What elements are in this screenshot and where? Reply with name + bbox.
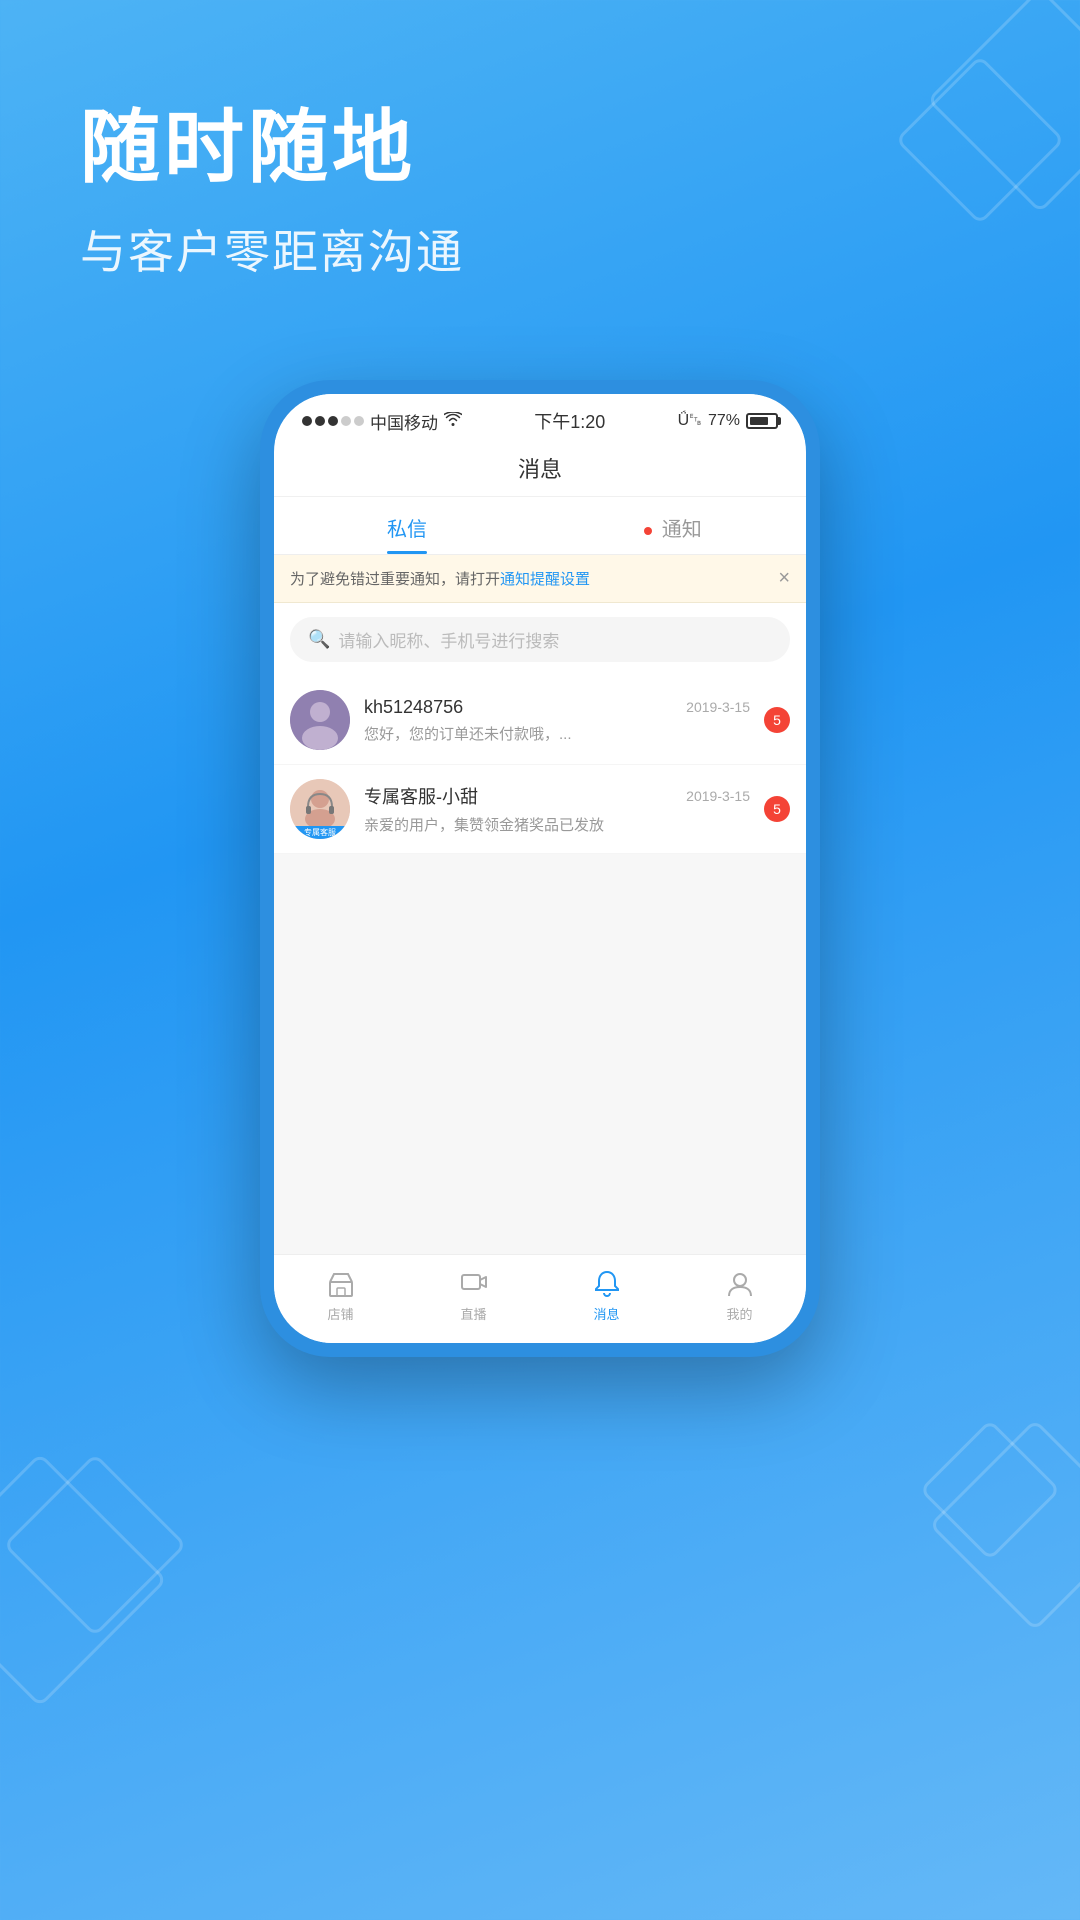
- message-tab-label: 消息: [593, 1304, 619, 1323]
- tab-notification[interactable]: 通知: [540, 497, 806, 554]
- banner-link[interactable]: 通知提醒设置: [500, 571, 590, 588]
- store-tab-label: 店铺: [327, 1304, 353, 1323]
- message-item-1[interactable]: kh51248756 2019-3-15 您好，您的订单还未付款哦，... 5: [274, 676, 806, 765]
- message-header-1: kh51248756 2019-3-15: [364, 697, 750, 718]
- phone-screen: 中国移动 下午1:20 Ǘ␗ 77%: [274, 394, 806, 1343]
- message-tabs: 私信 通知: [274, 497, 806, 555]
- notification-banner: 为了避免错过重要通知，请打开通知提醒设置 ×: [274, 555, 806, 603]
- live-icon: [459, 1269, 489, 1299]
- hero-subtitle: 与客户零距离沟通: [80, 216, 464, 282]
- message-name-1: kh51248756: [364, 697, 463, 718]
- signal-dot-3: [328, 416, 338, 426]
- search-bar[interactable]: 🔍 请输入昵称、手机号进行搜索: [290, 617, 790, 662]
- message-preview-1: 您好，您的订单还未付款哦，...: [364, 723, 750, 744]
- banner-close-button[interactable]: ×: [778, 567, 790, 590]
- notification-dot: [644, 527, 652, 535]
- hero-section: 随时随地 与客户零距离沟通: [80, 100, 464, 282]
- empty-content-area: [274, 854, 806, 1254]
- battery-icon: [746, 413, 778, 429]
- message-name-2: 专属客服-小甜: [364, 783, 478, 809]
- service-badge: 专属客服: [290, 826, 350, 839]
- bottom-tab-bar: 店铺 直播 消息: [274, 1254, 806, 1343]
- signal-dot-1: [302, 416, 312, 426]
- store-icon: [326, 1269, 356, 1299]
- message-date-1: 2019-3-15: [686, 699, 750, 715]
- bottom-tab-profile[interactable]: 我的: [673, 1269, 806, 1323]
- phone-mockup: 中国移动 下午1:20 Ǘ␗ 77%: [260, 380, 820, 1357]
- profile-icon: [725, 1269, 755, 1299]
- tab-private-message[interactable]: 私信: [274, 497, 540, 554]
- profile-tab-label: 我的: [726, 1304, 752, 1323]
- banner-text: 为了避免错过重要通知，请打开通知提醒设置: [290, 568, 590, 589]
- bottom-tab-message[interactable]: 消息: [540, 1269, 673, 1323]
- status-time: 下午1:20: [534, 408, 605, 434]
- message-header-2: 专属客服-小甜 2019-3-15: [364, 783, 750, 809]
- signal-dot-4: [341, 416, 351, 426]
- bluetooth-icon: Ǘ␗: [678, 412, 702, 430]
- status-bar: 中国移动 下午1:20 Ǘ␗ 77%: [274, 394, 806, 442]
- message-content-1: kh51248756 2019-3-15 您好，您的订单还未付款哦，...: [364, 697, 750, 744]
- avatar-2: 专属客服: [290, 779, 350, 839]
- signal-dot-2: [315, 416, 325, 426]
- search-input[interactable]: 请输入昵称、手机号进行搜索: [338, 627, 559, 652]
- signal-dots: [302, 416, 364, 426]
- status-left: 中国移动: [302, 409, 462, 434]
- message-content-2: 专属客服-小甜 2019-3-15 亲爱的用户，集赞领金猪奖品已发放: [364, 783, 750, 835]
- phone-outer-frame: 中国移动 下午1:20 Ǘ␗ 77%: [260, 380, 820, 1357]
- battery-fill: [750, 417, 768, 425]
- message-item-2[interactable]: 专属客服 专属客服-小甜 2019-3-15 亲爱的用户，集赞领金猪奖品已发放 …: [274, 765, 806, 854]
- message-bell-icon: [592, 1269, 622, 1299]
- search-icon: 🔍: [308, 629, 330, 650]
- avatar-1: [290, 690, 350, 750]
- tab-notification-label: 通知: [662, 519, 702, 541]
- hero-title: 随时随地: [80, 100, 464, 196]
- carrier-label: 中国移动: [370, 409, 438, 434]
- bottom-tab-store[interactable]: 店铺: [274, 1269, 407, 1323]
- battery-percent: 77%: [708, 412, 740, 430]
- message-list: kh51248756 2019-3-15 您好，您的订单还未付款哦，... 5: [274, 676, 806, 854]
- message-badge-1: 5: [764, 707, 790, 733]
- signal-dot-5: [354, 416, 364, 426]
- live-tab-label: 直播: [460, 1304, 486, 1323]
- message-badge-2: 5: [764, 796, 790, 822]
- banner-prefix: 为了避免错过重要通知，请打开: [290, 571, 500, 588]
- status-right: Ǘ␗ 77%: [678, 412, 778, 430]
- bottom-tab-live[interactable]: 直播: [407, 1269, 540, 1323]
- tab-private-label: 私信: [387, 519, 427, 541]
- nav-title: 消息: [274, 442, 806, 497]
- message-date-2: 2019-3-15: [686, 788, 750, 804]
- wifi-icon: [444, 412, 462, 431]
- message-preview-2: 亲爱的用户，集赞领金猪奖品已发放: [364, 814, 750, 835]
